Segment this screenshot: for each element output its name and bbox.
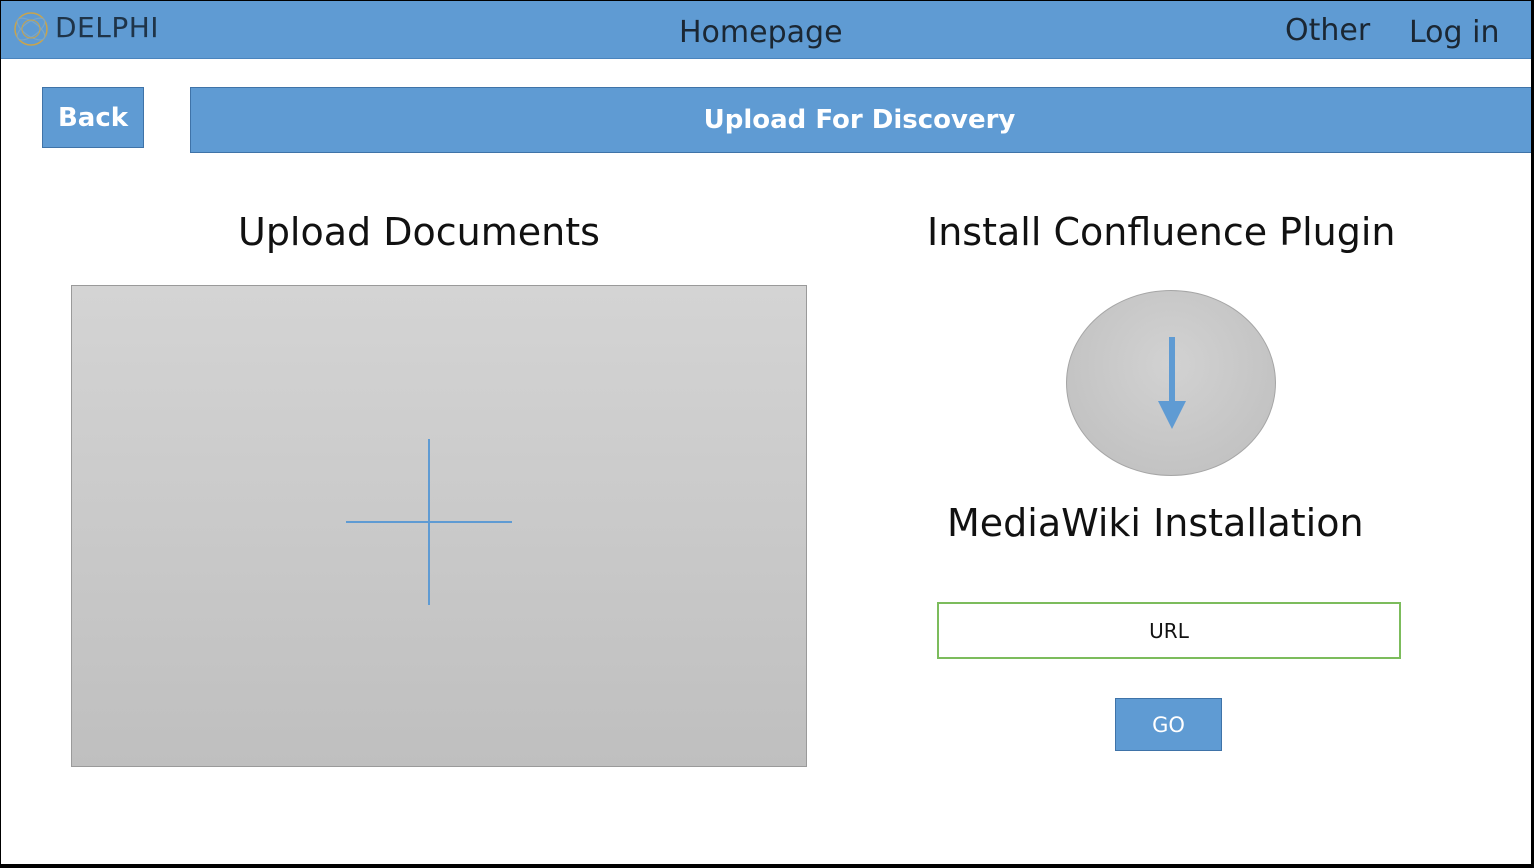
url-input[interactable] bbox=[937, 602, 1401, 659]
go-button[interactable]: GO bbox=[1115, 698, 1222, 751]
mediawiki-installation-heading: MediaWiki Installation bbox=[947, 501, 1364, 545]
install-confluence-heading: Install Confluence Plugin bbox=[927, 210, 1396, 254]
download-arrow-icon bbox=[1158, 337, 1186, 429]
nav-homepage-link[interactable]: Homepage bbox=[679, 15, 843, 50]
plus-icon bbox=[346, 439, 512, 605]
brand-name: DELPHI bbox=[55, 11, 160, 44]
delphi-logo-icon bbox=[14, 12, 48, 46]
download-plugin-button[interactable] bbox=[1066, 290, 1276, 476]
page-title: Upload For Discovery bbox=[703, 105, 1016, 135]
back-button[interactable]: Back bbox=[42, 87, 144, 148]
top-navigation-bar: DELPHI Homepage Other Log in bbox=[1, 1, 1531, 59]
upload-documents-heading: Upload Documents bbox=[238, 210, 600, 254]
document-dropzone[interactable] bbox=[71, 285, 807, 767]
page-title-bar: Upload For Discovery bbox=[190, 87, 1531, 153]
nav-login-link[interactable]: Log in bbox=[1409, 15, 1499, 50]
nav-other-link[interactable]: Other bbox=[1285, 13, 1370, 48]
app-window: DELPHI Homepage Other Log in Back Upload… bbox=[1, 1, 1531, 864]
